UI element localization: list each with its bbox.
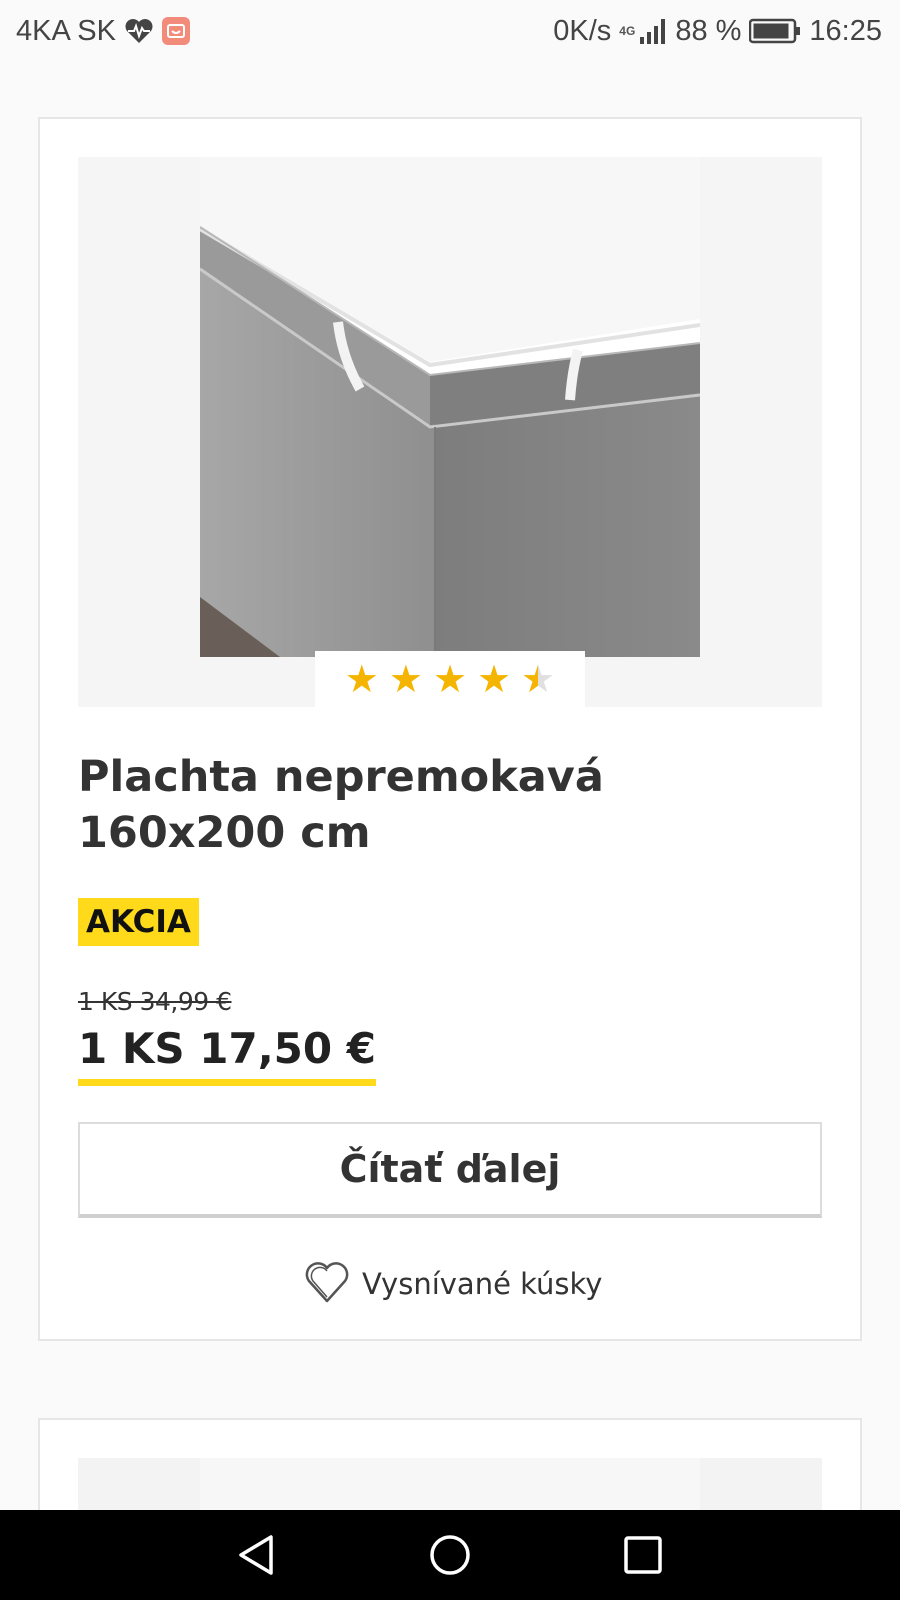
network-speed: 0K/s xyxy=(553,14,612,47)
read-more-button[interactable]: Čítať ďalej xyxy=(78,1122,822,1218)
app-notification-icon xyxy=(161,17,190,45)
star-icon: ★ xyxy=(388,657,423,701)
heart-pulse-icon xyxy=(124,18,154,44)
status-left: 4KA SK xyxy=(16,15,190,48)
recents-icon[interactable] xyxy=(603,1515,683,1595)
heart-icon xyxy=(304,1259,350,1309)
product-card: ★ ★ ★ ★ ★ Plachta nepremokavá 160x200 cm… xyxy=(38,117,862,1341)
sale-badge: AKCIA xyxy=(78,898,199,946)
home-icon[interactable] xyxy=(410,1515,490,1595)
battery-percent: 88 % xyxy=(675,14,742,47)
wishlist-button[interactable]: Vysnívané kúsky xyxy=(304,1259,602,1309)
clock: 16:25 xyxy=(809,14,882,47)
network-type: 4G xyxy=(619,24,636,38)
product-image[interactable] xyxy=(200,157,700,657)
signal-icon xyxy=(639,17,667,45)
old-price: 1 KS 34,99 € xyxy=(78,987,232,1016)
status-right: 0K/s 4G 88 % 16:25 xyxy=(553,15,882,48)
star-icon: ★ xyxy=(477,657,512,701)
product-image-area[interactable]: ★ ★ ★ ★ ★ xyxy=(78,157,822,707)
half-star-icon: ★ xyxy=(521,660,555,698)
product-title[interactable]: Plachta nepremokavá 160x200 cm xyxy=(78,749,798,861)
star-icon: ★ xyxy=(344,657,379,701)
status-bar: 4KA SK 0K/s 4G 88 % 16:25 xyxy=(0,0,900,62)
carrier-label: 4KA SK xyxy=(16,14,116,47)
system-nav-bar xyxy=(0,1510,900,1600)
star-icon: ★ xyxy=(432,657,468,701)
wishlist-label: Vysnívané kúsky xyxy=(362,1267,603,1301)
sale-price: 1 KS 17,50 € xyxy=(78,1019,376,1086)
rating-stars: ★ ★ ★ ★ ★ xyxy=(315,651,585,707)
battery-icon xyxy=(749,18,801,44)
back-icon[interactable] xyxy=(217,1515,297,1595)
